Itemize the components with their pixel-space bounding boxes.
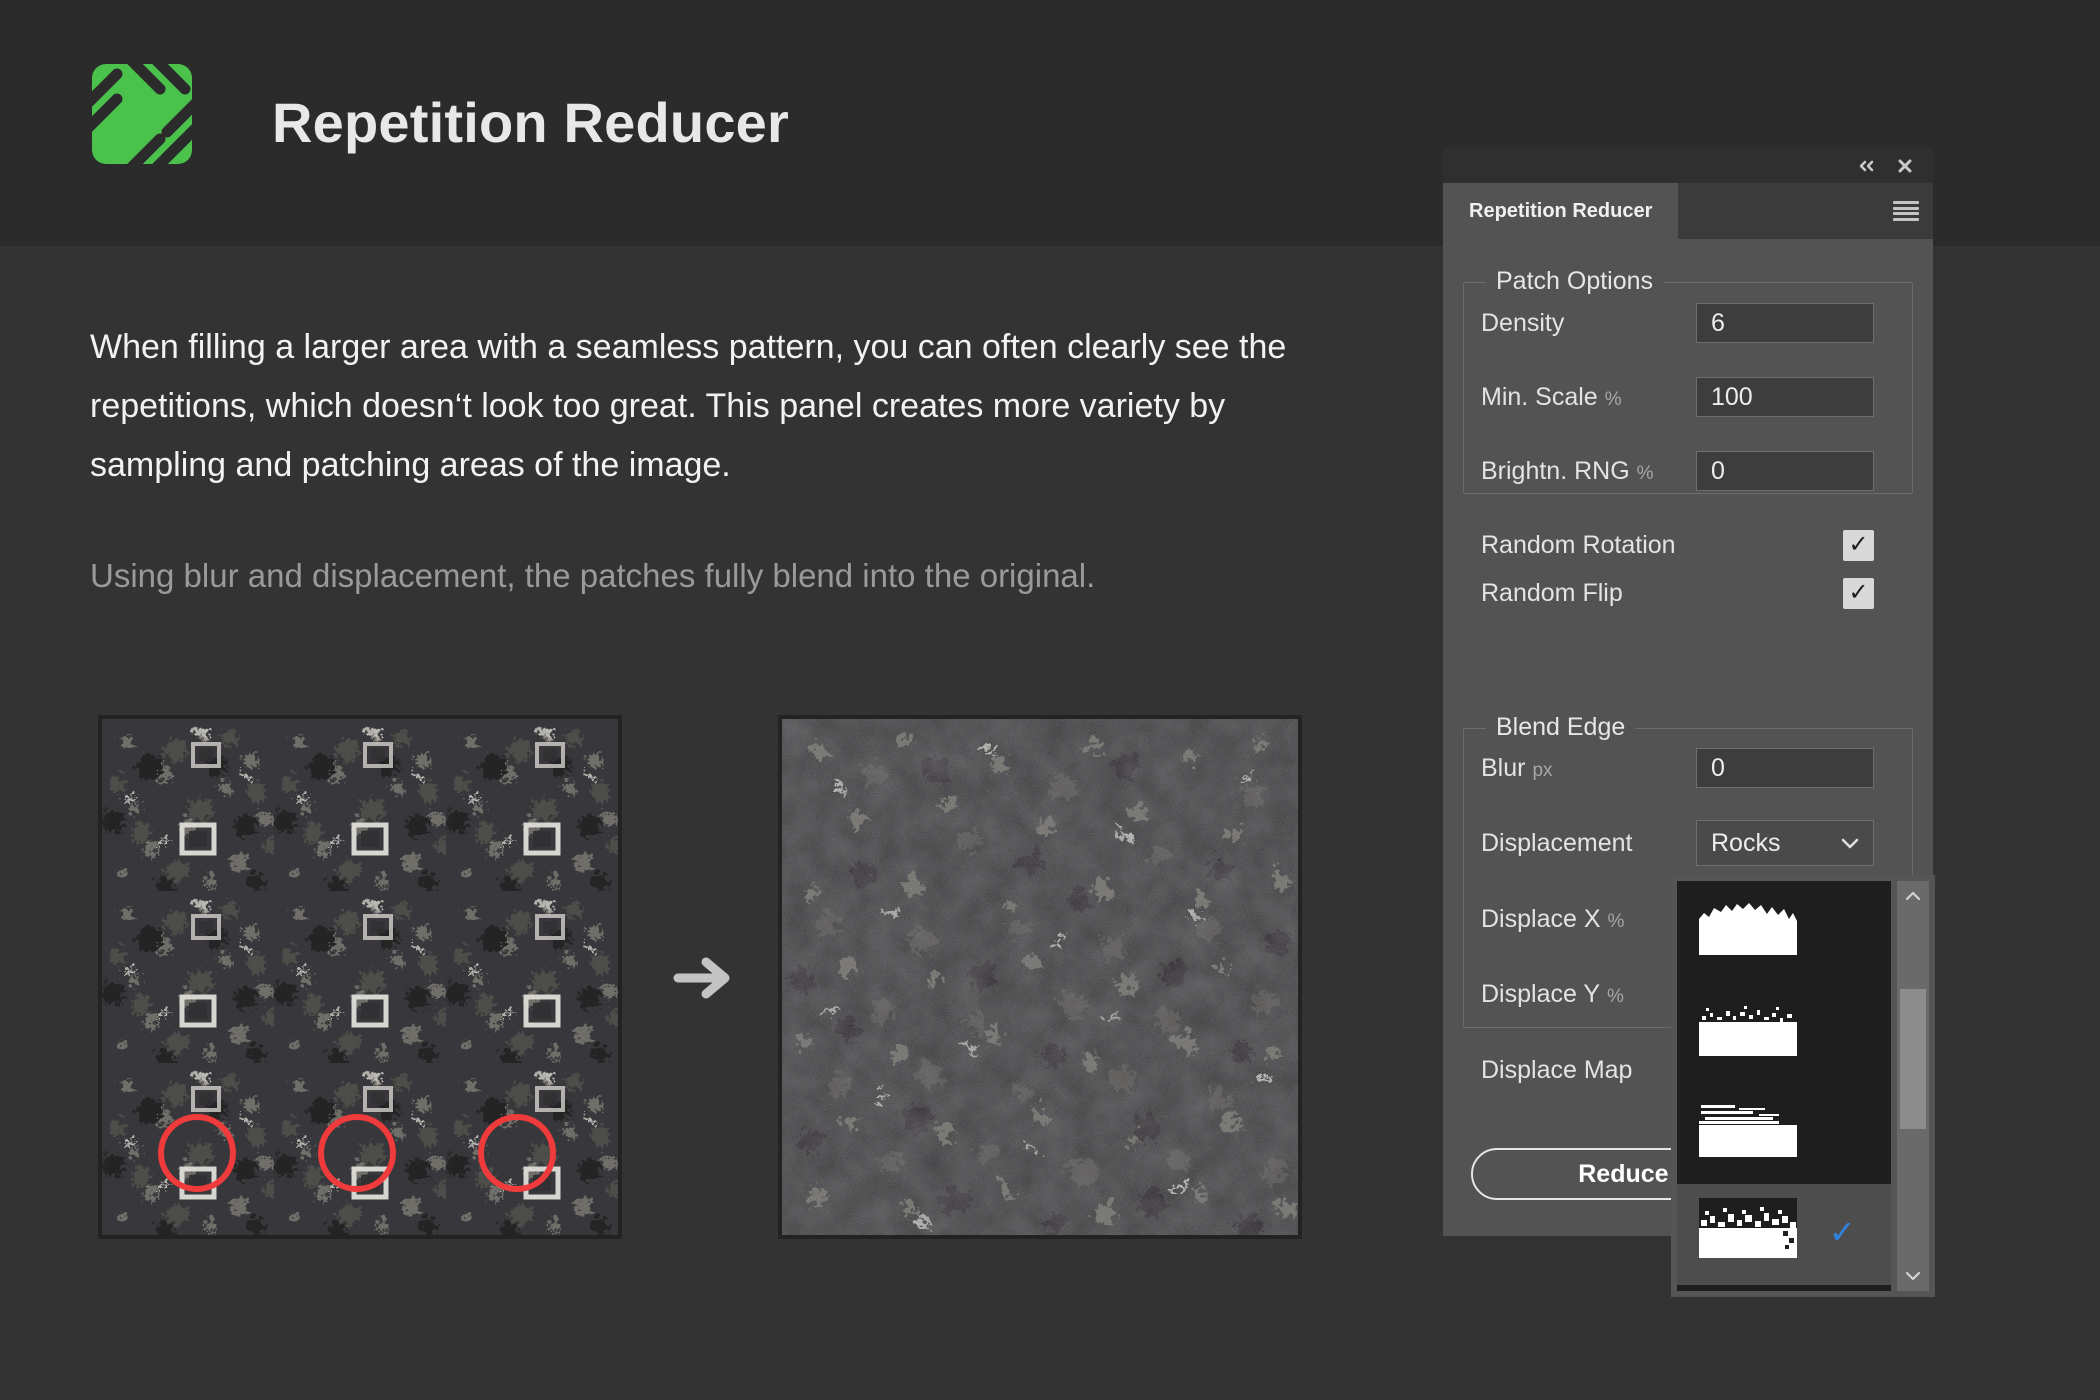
group-patch-options-legend: Patch Options [1486, 267, 1663, 296]
field-brightness-rng-unit: % [1637, 463, 1654, 484]
field-random-rotation-label: Random Rotation [1481, 531, 1676, 560]
repetition-marker [318, 1114, 396, 1192]
after-texture-canvas [782, 719, 1298, 1235]
field-density: Density 6 [1443, 303, 1933, 343]
checkbox-random-rotation[interactable]: ✓ [1843, 530, 1874, 561]
checkbox-random-flip[interactable]: ✓ [1843, 578, 1874, 609]
field-random-flip-label: Random Flip [1481, 579, 1623, 608]
field-displace-x-unit: % [1608, 911, 1625, 932]
field-displace-y-label: Displace Y% [1481, 980, 1624, 1009]
hamburger-menu-icon[interactable] [1893, 201, 1919, 221]
field-min-scale: Min. Scale% 100 [1443, 377, 1933, 417]
field-min-scale-label: Min. Scale% [1481, 383, 1622, 412]
dropdown-option-list: ✓ [1677, 881, 1891, 1291]
group-blend-edge-legend: Blend Edge [1486, 713, 1635, 742]
field-min-scale-unit: % [1605, 389, 1622, 410]
field-min-scale-input[interactable]: 100 [1696, 377, 1874, 417]
dropdown-option[interactable] [1677, 1083, 1891, 1184]
panel-tabbar: Repetition Reducer [1443, 183, 1933, 239]
field-density-input[interactable]: 6 [1696, 303, 1874, 343]
collapse-panel-icon[interactable] [1857, 157, 1877, 175]
edge-preview-thumb [1699, 1198, 1797, 1258]
edge-preview-thumb [1699, 1097, 1797, 1157]
field-brightness-rng-label: Brightn. RNG% [1481, 457, 1654, 486]
field-displace-y-unit: % [1607, 986, 1624, 1007]
field-blur-label: Blurpx [1481, 754, 1553, 783]
field-displace-x-label: Displace X% [1481, 905, 1624, 934]
edge-preview-thumb [1699, 895, 1797, 955]
repetition-marker [478, 1114, 556, 1192]
subtitle-paragraph: Using blur and displacement, the patches… [90, 554, 1390, 598]
field-displace-map-label: Displace Map [1481, 1056, 1632, 1085]
dropdown-option[interactable] [1677, 1285, 1891, 1291]
chevron-down-icon[interactable] [1897, 1261, 1929, 1291]
arrow-right-icon [660, 948, 750, 1008]
intro-paragraph: When filling a larger area with a seamle… [90, 318, 1360, 495]
field-random-rotation: Random Rotation ✓ [1443, 525, 1933, 565]
dropdown-option-selected[interactable]: ✓ [1677, 1184, 1891, 1285]
select-displacement[interactable]: Rocks [1696, 820, 1874, 866]
panel-titlebar [1443, 148, 1933, 183]
tab-repetition-reducer[interactable]: Repetition Reducer [1443, 183, 1678, 239]
chevron-down-icon [1839, 836, 1861, 850]
field-blur-unit: px [1532, 760, 1552, 781]
dropdown-option[interactable] [1677, 881, 1891, 982]
field-brightness-rng-input[interactable]: 0 [1696, 451, 1874, 491]
app-logo-icon [90, 62, 194, 166]
check-icon: ✓ [1829, 1216, 1856, 1248]
close-icon[interactable] [1895, 156, 1915, 176]
field-displacement-label: Displacement [1481, 829, 1632, 858]
field-random-flip: Random Flip ✓ [1443, 573, 1933, 613]
dropdown-option[interactable] [1677, 982, 1891, 1083]
field-density-label: Density [1481, 309, 1564, 338]
field-blur-input[interactable]: 0 [1696, 748, 1874, 788]
page-title: Repetition Reducer [272, 90, 789, 155]
field-blur: Blurpx 0 [1443, 748, 1933, 788]
field-brightness-rng: Brightn. RNG% 0 [1443, 451, 1933, 491]
chevron-up-icon[interactable] [1897, 881, 1929, 911]
after-texture-image [778, 715, 1302, 1239]
repetition-marker [158, 1114, 236, 1192]
scrollbar-thumb[interactable] [1900, 989, 1926, 1129]
displacement-dropdown: ✓ [1671, 875, 1935, 1297]
select-displacement-value: Rocks [1711, 829, 1780, 858]
dropdown-scrollbar[interactable] [1897, 881, 1929, 1291]
field-displacement: Displacement Rocks [1443, 823, 1933, 863]
before-texture-image [98, 715, 622, 1239]
edge-preview-thumb [1699, 996, 1797, 1056]
